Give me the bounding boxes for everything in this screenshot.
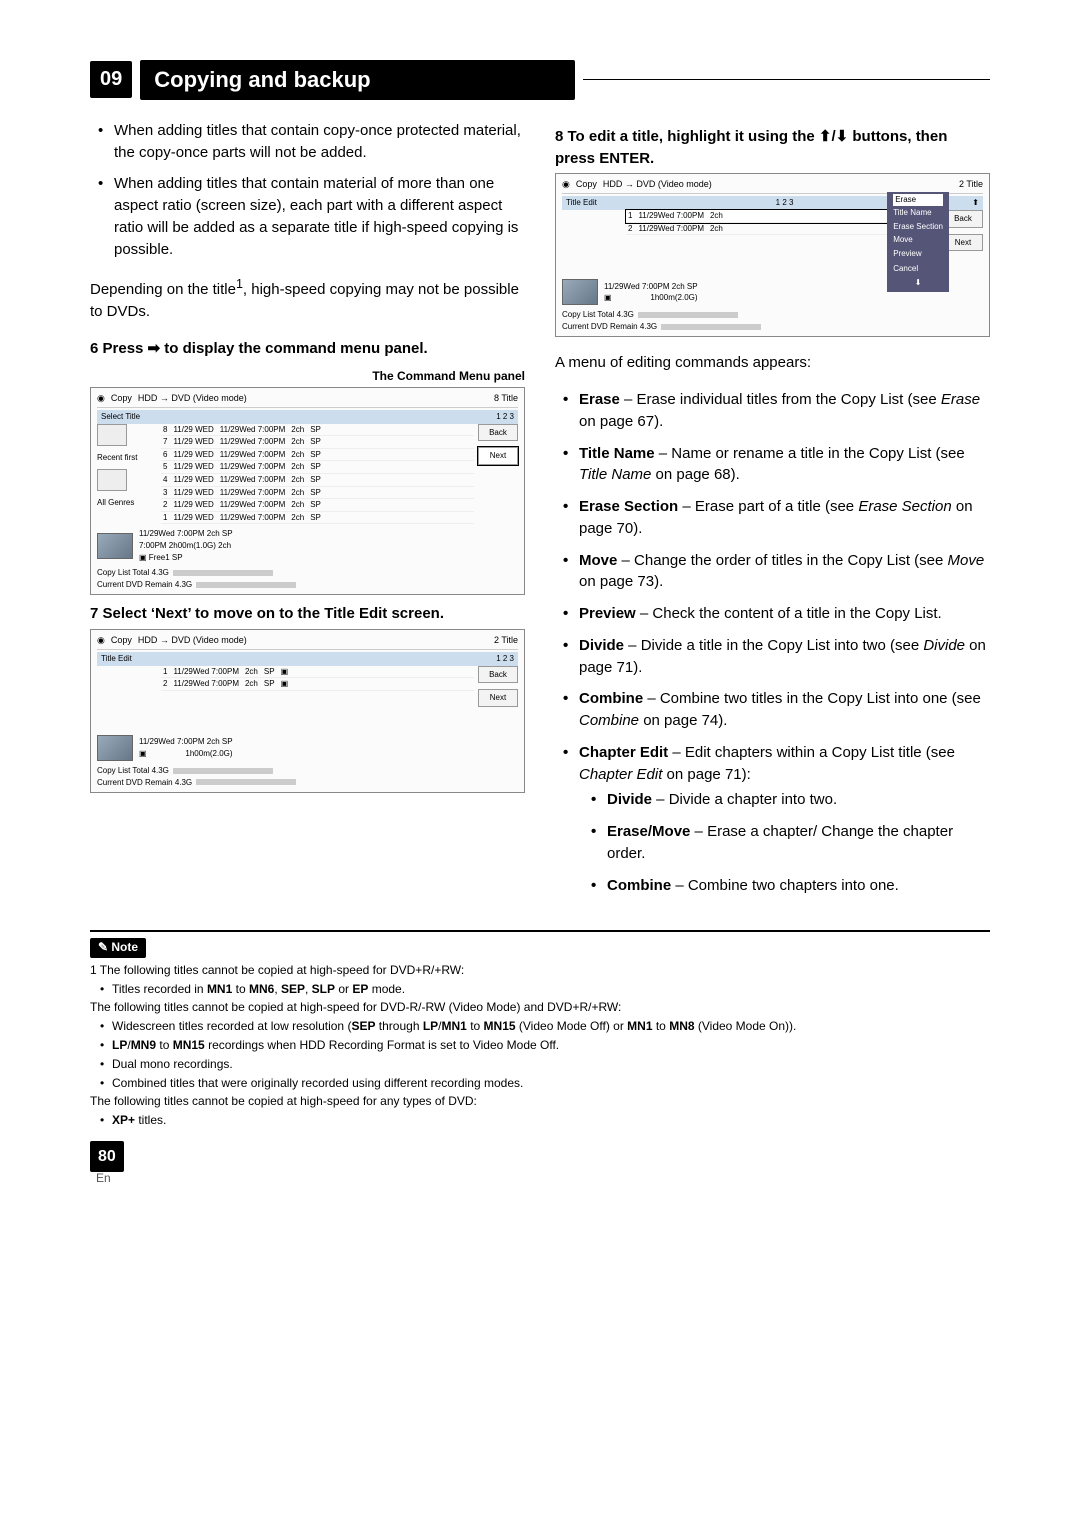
language-label: En bbox=[96, 1170, 990, 1187]
chapter-number: 09 bbox=[90, 61, 132, 98]
chapter-header: 09 Copying and backup bbox=[90, 60, 990, 100]
genre-icon bbox=[97, 469, 127, 491]
down-arrow-icon: ⬇ bbox=[893, 276, 943, 290]
step-7: 7 Select ‘Next’ to move on to the Title … bbox=[90, 603, 525, 625]
figure-command-menu: ◉ Copy HDD → DVD (Video mode) 8 Title Se… bbox=[90, 387, 525, 595]
back-button[interactable]: Back bbox=[943, 210, 983, 228]
disc-icon: ◉ bbox=[97, 392, 105, 405]
figure-caption: The Command Menu panel bbox=[90, 368, 525, 385]
depending-note: Depending on the title1, high-speed copy… bbox=[90, 275, 525, 323]
command-descriptions: Erase – Erase individual titles from the… bbox=[555, 389, 990, 896]
disc-icon: ◉ bbox=[97, 634, 105, 647]
bullet: When adding titles that contain copy-onc… bbox=[104, 120, 525, 164]
next-button[interactable]: Next bbox=[478, 689, 518, 707]
thumb-icon bbox=[97, 424, 127, 446]
figure-edit-menu: ◉ Copy HDD → DVD (Video mode) 2 Title Ti… bbox=[555, 173, 990, 337]
right-arrow-icon: ➡ bbox=[148, 340, 161, 357]
bullet: When adding titles that contain material… bbox=[104, 173, 525, 260]
step-8: 8 To edit a title, highlight it using th… bbox=[555, 126, 990, 170]
next-button[interactable]: Next bbox=[943, 234, 983, 252]
command-popup[interactable]: Erase Title Name Erase Section Move Prev… bbox=[887, 192, 949, 291]
page-footer: 80 bbox=[90, 1141, 990, 1172]
left-column: When adding titles that contain copy-onc… bbox=[90, 120, 525, 907]
up-arrow-icon: ⬆ bbox=[972, 197, 979, 209]
disc-icon: ◉ bbox=[562, 178, 570, 191]
manual-page: 09 Copying and backup When adding titles… bbox=[0, 0, 1080, 1228]
thumbnail bbox=[562, 279, 598, 305]
right-column: 8 To edit a title, highlight it using th… bbox=[555, 120, 990, 907]
back-button[interactable]: Back bbox=[478, 424, 518, 442]
note-divider bbox=[90, 930, 990, 932]
step-6: 6 Press ➡ to display the command menu pa… bbox=[90, 338, 525, 360]
footnote: 1 The following titles cannot be copied … bbox=[90, 962, 990, 1129]
chapter-title: Copying and backup bbox=[140, 60, 575, 100]
up-down-icon: ⬆/⬇ bbox=[819, 128, 848, 145]
menu-intro: A menu of editing commands appears: bbox=[555, 352, 990, 374]
thumbnail bbox=[97, 735, 133, 761]
thumbnail bbox=[97, 533, 133, 559]
next-button[interactable]: Next bbox=[478, 447, 518, 465]
figure-title-edit: ◉ Copy HDD → DVD (Video mode) 2 Title Ti… bbox=[90, 629, 525, 793]
note-label: Note bbox=[90, 938, 146, 957]
header-rule bbox=[583, 79, 990, 80]
back-button[interactable]: Back bbox=[478, 666, 518, 684]
page-number: 80 bbox=[90, 1141, 124, 1172]
